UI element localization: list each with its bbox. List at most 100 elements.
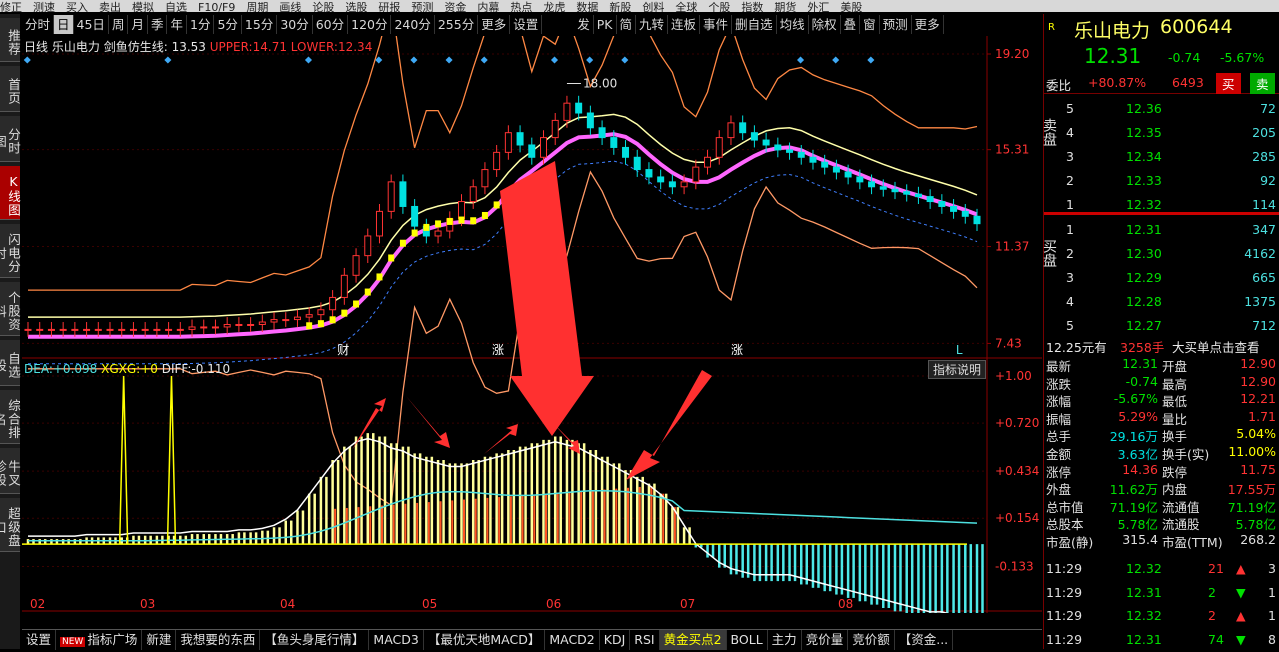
nav-tab[interactable]: K线图 bbox=[0, 166, 21, 220]
top-menu-item[interactable]: 资金 bbox=[444, 1, 466, 13]
indicator-tab[interactable]: BOLL bbox=[727, 629, 768, 650]
event-marker[interactable]: 涨 bbox=[731, 342, 743, 357]
event-marker[interactable]: 涨 bbox=[492, 342, 504, 357]
nav-tab[interactable]: 闪电分时 bbox=[0, 224, 21, 278]
top-menu-item[interactable]: 内幕 bbox=[477, 1, 499, 13]
period-tab[interactable]: 1分 bbox=[187, 15, 215, 34]
top-menu-item[interactable]: F10/F9 bbox=[198, 1, 235, 13]
top-menu-item[interactable]: 数据 bbox=[576, 1, 598, 13]
indicator-tab[interactable]: 【鱼头身尾行情】 bbox=[260, 629, 370, 650]
bid-row[interactable]: 4 12.28 1375 bbox=[1044, 291, 1279, 313]
indicator-tab[interactable]: 【资金... bbox=[895, 629, 954, 650]
indicator-tab[interactable]: 竞价量 bbox=[802, 629, 849, 650]
big-order-row[interactable]: 12.25元有 3258手 大买单点击查看 bbox=[1044, 334, 1279, 356]
toolbar-button[interactable]: 预测 bbox=[880, 15, 912, 34]
period-tab[interactable]: 240分 bbox=[391, 15, 435, 34]
toolbar-button[interactable]: PK bbox=[594, 15, 617, 34]
event-marker[interactable]: L bbox=[956, 343, 963, 357]
toolbar-button[interactable]: 删自选 bbox=[732, 15, 777, 34]
indicator-tab[interactable]: NEW 指标广场 bbox=[56, 629, 143, 650]
top-menu-item[interactable]: 修正 bbox=[0, 1, 22, 13]
indicator-tab[interactable]: 主力 bbox=[768, 629, 802, 650]
top-menu-item[interactable]: 画线 bbox=[279, 1, 301, 13]
toolbar-button[interactable]: 窗 bbox=[860, 15, 880, 34]
top-menu-item[interactable]: 买入 bbox=[66, 1, 88, 13]
top-menu-item[interactable]: 外汇 bbox=[807, 1, 829, 13]
indicator-tab[interactable]: MACD3 bbox=[369, 629, 424, 650]
nav-tab[interactable]: 推荐 bbox=[0, 18, 21, 62]
top-menu-item[interactable]: 模拟 bbox=[132, 1, 154, 13]
indicator-tab[interactable]: 我想要的东西 bbox=[176, 629, 261, 650]
period-tab[interactable]: 季 bbox=[148, 15, 168, 34]
indicator-tab[interactable]: 【最优天地MACD】 bbox=[424, 629, 546, 650]
bid-row[interactable]: 1 12.31 347 bbox=[1044, 219, 1279, 241]
top-menu-item[interactable]: 新股 bbox=[609, 1, 631, 13]
period-tab[interactable]: 更多 bbox=[478, 15, 511, 34]
period-tab[interactable]: 255分 bbox=[435, 15, 479, 34]
toolbar-button[interactable]: 发 bbox=[574, 15, 594, 34]
top-menu-item[interactable]: 个股 bbox=[708, 1, 730, 13]
indicator-tab[interactable]: RSI bbox=[630, 629, 660, 650]
nav-tab[interactable]: 自选股 bbox=[0, 340, 21, 386]
top-menu-item[interactable]: 测速 bbox=[33, 1, 55, 13]
period-tab[interactable]: 45日 bbox=[74, 15, 109, 34]
buy-button[interactable]: 买 bbox=[1216, 73, 1241, 94]
event-marker[interactable]: 财 bbox=[337, 343, 349, 357]
top-menu-item[interactable]: 预测 bbox=[411, 1, 433, 13]
nav-tab[interactable]: 个股资料 bbox=[0, 282, 21, 336]
period-tab[interactable]: 日 bbox=[54, 15, 74, 34]
ask-row[interactable]: 2 12.33 92 bbox=[1044, 170, 1279, 192]
period-tab[interactable]: 年 bbox=[167, 15, 187, 34]
indicator-tab[interactable]: KDJ bbox=[600, 629, 631, 650]
top-menu-item[interactable]: 周期 bbox=[246, 1, 268, 13]
ask-row[interactable]: 4 12.35 205 bbox=[1044, 122, 1279, 144]
top-menu-item[interactable]: 全球 bbox=[675, 1, 697, 13]
period-tab[interactable]: 15分 bbox=[242, 15, 278, 34]
indicator-tab[interactable]: 竞价额 bbox=[848, 629, 895, 650]
period-tab[interactable]: 分时 bbox=[22, 15, 55, 34]
nav-tab[interactable]: 分时图 bbox=[0, 116, 21, 162]
nav-tab[interactable]: 综合排名 bbox=[0, 390, 21, 444]
top-menu-item[interactable]: 期货 bbox=[774, 1, 796, 13]
kline-chart-area[interactable]: 19.20 15.31 11.37 7.43 18.00 财 涨 涨 L +1.00 +0.720 +… bbox=[22, 0, 1042, 629]
period-tab[interactable]: 30分 bbox=[277, 15, 313, 34]
ask-row[interactable]: 5 12.36 72 bbox=[1044, 98, 1279, 120]
toolbar-button[interactable]: 连板 bbox=[668, 15, 701, 34]
indicator-help-button[interactable]: 指标说明 bbox=[928, 360, 987, 379]
toolbar-button[interactable]: 均线 bbox=[777, 15, 809, 34]
top-menu-item[interactable]: 创料 bbox=[642, 1, 664, 13]
top-menu-item[interactable]: 选股 bbox=[345, 1, 367, 13]
period-tab[interactable]: 月 bbox=[128, 15, 148, 34]
toolbar-button[interactable]: 事件 bbox=[700, 15, 733, 34]
toolbar-button[interactable]: 九转 bbox=[636, 15, 669, 34]
nav-tab[interactable]: 首页 bbox=[0, 66, 21, 112]
indicator-tab[interactable]: 黄金买点2 bbox=[659, 629, 727, 650]
bid-row[interactable]: 3 12.29 665 bbox=[1044, 267, 1279, 289]
toolbar-button[interactable]: 更多 bbox=[912, 15, 944, 34]
period-tab[interactable]: 60分 bbox=[313, 15, 349, 34]
top-menu-item[interactable]: 研报 bbox=[378, 1, 400, 13]
toolbar-button[interactable]: 除权 bbox=[809, 15, 841, 34]
big-order-text[interactable]: 大买单点击查看 bbox=[1172, 337, 1260, 356]
indicator-tab[interactable]: 新建 bbox=[142, 629, 177, 650]
ask-row[interactable]: 3 12.34 285 bbox=[1044, 146, 1279, 168]
nav-tab[interactable]: 超级盘口 bbox=[0, 498, 21, 552]
period-tab[interactable]: 周 bbox=[109, 15, 129, 34]
nav-tab[interactable]: 牛叉诊股 bbox=[0, 448, 21, 494]
top-menu-item[interactable]: 卖出 bbox=[99, 1, 121, 13]
top-menu-item[interactable]: 自选 bbox=[165, 1, 187, 13]
top-menu-item[interactable]: 指数 bbox=[741, 1, 763, 13]
period-tab[interactable]: 5分 bbox=[214, 15, 242, 34]
top-menu-item[interactable]: 美股 bbox=[840, 1, 862, 13]
indicator-tab[interactable]: 设置 bbox=[22, 629, 57, 650]
toolbar-button[interactable]: 叠 bbox=[841, 15, 861, 34]
top-menu-item[interactable]: 论股 bbox=[312, 1, 334, 13]
toolbar-button[interactable]: 简 bbox=[617, 15, 637, 34]
bid-row[interactable]: 2 12.30 4162 bbox=[1044, 243, 1279, 265]
period-tab[interactable]: 设置 bbox=[510, 15, 543, 34]
top-menu-item[interactable]: 热点 bbox=[510, 1, 532, 13]
indicator-tab[interactable]: MACD2 bbox=[545, 629, 600, 650]
sell-button[interactable]: 卖 bbox=[1250, 73, 1275, 94]
period-tab[interactable]: 120分 bbox=[348, 15, 392, 34]
top-menu-item[interactable]: 龙虎 bbox=[543, 1, 565, 13]
